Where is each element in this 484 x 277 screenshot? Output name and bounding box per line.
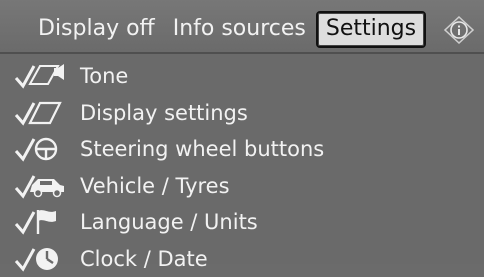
clock-icon <box>14 243 76 275</box>
speaker-icon <box>14 60 76 92</box>
settings-list: Tone Display settings Steering wheel <box>0 58 484 277</box>
display-icon <box>14 97 76 129</box>
car-icon <box>14 170 76 202</box>
top-menu-bar: Display off Info sources Settings <box>0 0 484 58</box>
list-item-clock-date[interactable]: Clock / Date <box>0 241 484 277</box>
list-item-display-settings[interactable]: Display settings <box>0 95 484 132</box>
tab-display-off[interactable]: Display off <box>38 18 155 40</box>
list-item-label: Vehicle / Tyres <box>80 174 230 198</box>
list-item-label: Display settings <box>80 101 248 125</box>
list-item-label: Steering wheel buttons <box>80 137 324 161</box>
list-item-label: Tone <box>80 64 128 88</box>
list-item-label: Clock / Date <box>80 247 208 271</box>
list-item-steering-wheel-buttons[interactable]: Steering wheel buttons <box>0 131 484 168</box>
list-item-label: Language / Units <box>80 210 258 234</box>
steering-wheel-icon <box>14 133 76 165</box>
list-item-tone[interactable]: Tone <box>0 58 484 95</box>
list-item-vehicle-tyres[interactable]: Vehicle / Tyres <box>0 168 484 205</box>
tab-settings[interactable]: Settings <box>316 11 426 48</box>
info-icon[interactable] <box>444 16 474 44</box>
settings-screen: Display off Info sources Settings <box>0 0 484 264</box>
flag-icon <box>14 206 76 238</box>
menu-divider <box>0 52 484 54</box>
list-item-language-units[interactable]: Language / Units <box>0 204 484 241</box>
tab-info-sources[interactable]: Info sources <box>173 18 306 40</box>
